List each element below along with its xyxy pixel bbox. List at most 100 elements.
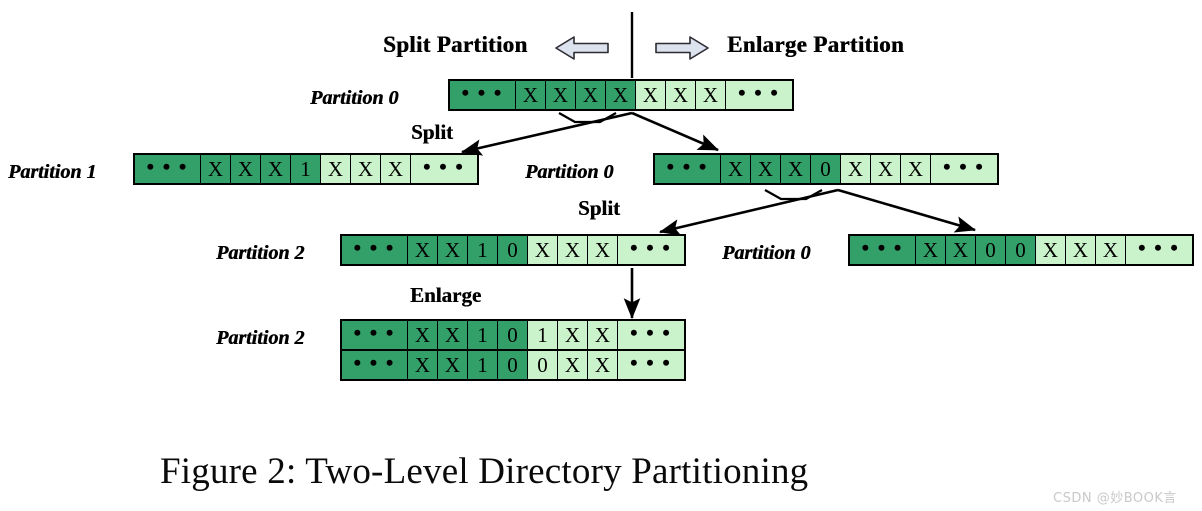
partition-cell-symbol: X [1066,236,1096,264]
partition-cell-ellipsis: • • • [850,236,916,264]
partition-cell-bit: 0 [811,155,841,183]
partition-cell-symbol: X [558,351,588,379]
row-label-level-3-partition-2: Partition 2 [216,327,305,349]
ellipsis-icon: • • • [630,321,672,345]
partition-cell-ellipsis: • • • [655,155,721,183]
figure-two-level-directory-partitioning: Split Partition Enlarge Partition Partit… [0,0,1202,511]
partition-cell-symbol: X [528,236,558,264]
partition-cell-ellipsis: • • • [450,81,516,109]
ellipsis-icon: • • • [353,351,396,375]
ellipsis-icon: • • • [461,81,504,105]
partition-cell-symbol: X [408,236,438,264]
partition-cell-symbol: X [261,155,291,183]
partition-cell-symbol: X [408,351,438,379]
partition-cell-symbol: X [321,155,351,183]
partition-row: • • • X X 0 0 X X X • • • [850,236,1192,264]
partition-row: • • • X X X 1 X X X • • • [135,155,477,183]
partition-cell-symbol: X [901,155,931,183]
partition-cell-symbol: X [576,81,606,109]
partition-cell-symbol: X [231,155,261,183]
partition-cell-ellipsis: • • • [411,155,477,183]
row-label-level-2-partition-2: Partition 2 [216,242,305,264]
split-arrow-to-partition-1 [460,111,633,156]
partition-cell-symbol: X [751,155,781,183]
partition-strip-level-2-partition-0: • • • X X 0 0 X X X • • • [848,234,1194,266]
partition-cell-symbol: X [588,321,618,349]
left-block-arrow-icon [555,36,609,60]
partition-cell-ellipsis: • • • [342,321,408,349]
partition-cell-symbol: X [201,155,231,183]
partition-row: • • • X X X 0 X X X • • • [655,155,997,183]
partition-cell-symbol: X [558,236,588,264]
partition-cell-ellipsis: • • • [618,236,684,264]
enlarge-partition-banner-label: Enlarge Partition [727,32,904,57]
partition-cell-bit: 1 [528,321,558,349]
row-label-level-1-partition-1: Partition 1 [8,161,97,183]
partition-cell-symbol: X [351,155,381,183]
partition-strip-level-3-partition-2: • • • X X 1 0 1 X X • • • • • • X X 1 0 0 X X • • • [340,319,686,381]
split-partition-banner-label: Split Partition [383,32,528,57]
row-label-level-1-partition-0: Partition 0 [525,161,614,183]
partition-cell-symbol: X [721,155,751,183]
partition-cell-symbol: X [588,351,618,379]
partition-cell-symbol: X [871,155,901,183]
csdn-watermark: CSDN @妙BOOK言 [1053,491,1177,506]
split-arrow-to-partition-0-level-2 [837,188,976,233]
ellipsis-icon: • • • [146,155,189,179]
operation-label-split-1: Split [411,120,454,144]
split-arrow-to-partition-2-level-2 [658,188,839,236]
partition-cell-ellipsis: • • • [618,321,684,349]
partition-cell-symbol: X [666,81,696,109]
partition-cell-symbol: X [916,236,946,264]
partition-cell-symbol: X [558,321,588,349]
partition-cell-ellipsis: • • • [618,351,684,379]
partition-strip-level-1-partition-1: • • • X X X 1 X X X • • • [133,153,479,185]
partition-cell-symbol: X [696,81,726,109]
partition-cell-symbol: X [381,155,411,183]
row-label-level-0-partition-0: Partition 0 [310,87,399,109]
partition-cell-ellipsis: • • • [931,155,997,183]
right-block-arrow-icon [655,36,709,60]
split-arrow-to-partition-0-level-1 [631,111,719,152]
partition-cell-bit: 1 [291,155,321,183]
partition-cell-ellipsis: • • • [342,236,408,264]
partition-cell-bit: 1 [468,351,498,379]
partition-cell-bit: 0 [498,351,528,379]
partition-cell-symbol: X [1036,236,1066,264]
partition-cell-ellipsis: • • • [726,81,792,109]
partition-cell-bit: 0 [1006,236,1036,264]
partition-cell-bit: 1 [468,236,498,264]
partition-cell-symbol: X [438,236,468,264]
partition-cell-bit: 0 [976,236,1006,264]
partition-cell-symbol: X [781,155,811,183]
partition-cell-bit: 0 [528,351,558,379]
ellipsis-icon: • • • [738,81,780,105]
partition-cell-ellipsis: • • • [135,155,201,183]
partition-cell-symbol: X [606,81,636,109]
partition-cell-symbol: X [636,81,666,109]
partition-cell-ellipsis: • • • [342,351,408,379]
partition-row: • • • X X 1 0 1 X X • • • [342,321,684,349]
ellipsis-icon: • • • [630,351,672,375]
brace-level-1 [764,189,823,201]
partition-cell-symbol: X [438,321,468,349]
ellipsis-icon: • • • [353,321,396,345]
partition-cell-symbol: X [588,236,618,264]
partition-strip-level-2-partition-2: • • • X X 1 0 X X X • • • [340,234,686,266]
partition-cell-symbol: X [408,321,438,349]
partition-cell-symbol: X [438,351,468,379]
partition-cell-bit: 0 [498,321,528,349]
partition-cell-bit: 1 [468,321,498,349]
partition-cell-bit: 0 [498,236,528,264]
ellipsis-icon: • • • [630,236,672,260]
operation-label-split-2: Split [578,196,621,220]
figure-caption: Figure 2: Two-Level Directory Partitioni… [160,451,809,492]
partition-cell-symbol: X [1096,236,1126,264]
ellipsis-icon: • • • [1138,236,1180,260]
ellipsis-icon: • • • [861,236,904,260]
partition-row: • • • X X 1 0 X X X • • • [342,236,684,264]
partition-cell-symbol: X [546,81,576,109]
ellipsis-icon: • • • [943,155,985,179]
partition-cell-ellipsis: • • • [1126,236,1192,264]
ellipsis-icon: • • • [423,155,465,179]
